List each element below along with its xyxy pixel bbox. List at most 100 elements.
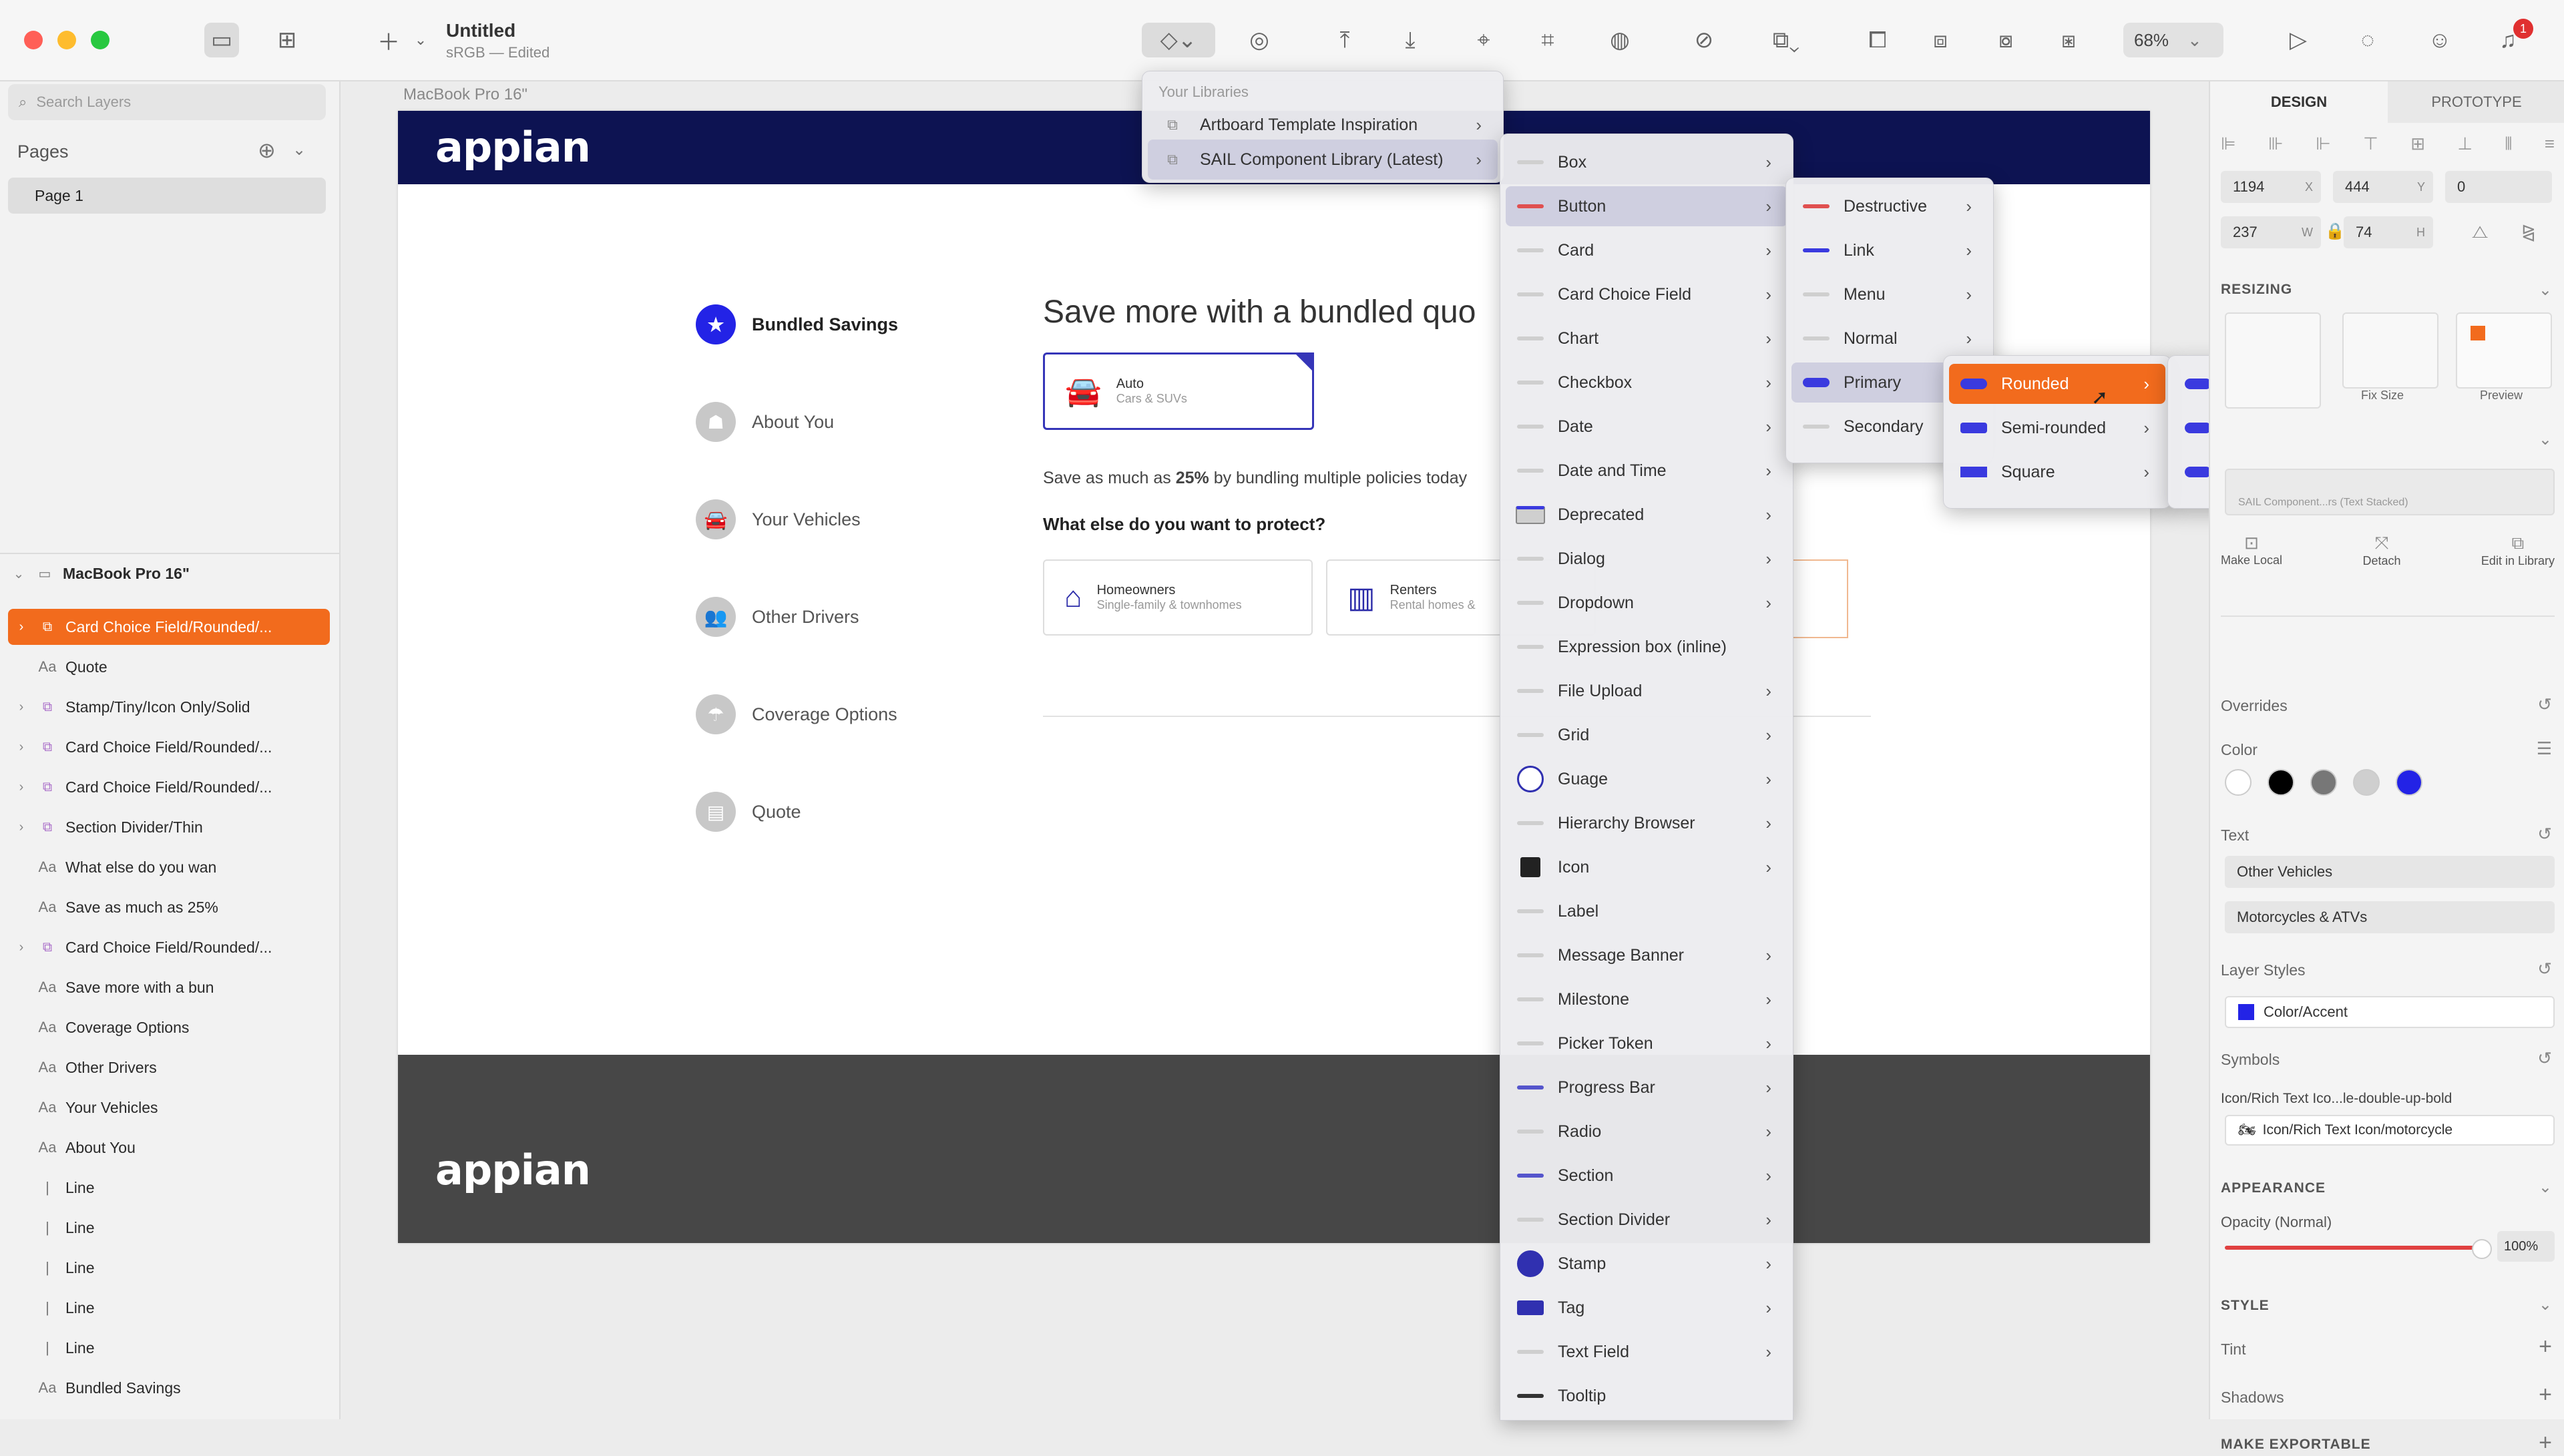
add-shadow-icon[interactable]: +: [2539, 1382, 2552, 1408]
layer-row[interactable]: › ⧉ Section Divider/Thin: [8, 809, 330, 845]
color-list-icon[interactable]: ☰: [2537, 738, 2552, 759]
symbol-source-select[interactable]: SAIL Component...rs (Text Stacked): [2225, 469, 2555, 515]
color-swatch[interactable]: [2310, 769, 2337, 796]
layer-row[interactable]: | Line: [8, 1330, 330, 1366]
align-center-icon[interactable]: ⊪: [2268, 134, 2284, 160]
backward-icon[interactable]: ⤓: [1393, 23, 1428, 57]
component-item[interactable]: Button ›: [1506, 186, 1787, 226]
width-field[interactable]: 237 W: [2221, 216, 2321, 248]
intersect-icon[interactable]: ⧇: [1988, 23, 2023, 57]
distribute-v-icon[interactable]: ≡: [2545, 134, 2555, 160]
reset-symbols-icon[interactable]: ↺: [2537, 1048, 2552, 1069]
component-item[interactable]: Dropdown ›: [1506, 583, 1787, 623]
tab-prototype[interactable]: PROTOTYPE: [2388, 81, 2564, 123]
button-type-item[interactable]: Normal ›: [1791, 318, 1988, 358]
component-item[interactable]: Stamp ›: [1506, 1244, 1787, 1284]
subtract-icon[interactable]: ⧈: [1923, 23, 1958, 57]
chevron-right-icon[interactable]: ›: [8, 700, 35, 715]
component-item[interactable]: Date ›: [1506, 407, 1787, 447]
component-item[interactable]: Section Divider ›: [1506, 1200, 1787, 1240]
layer-style-select[interactable]: Color/Accent: [2225, 996, 2555, 1028]
component-item[interactable]: Section ›: [1506, 1156, 1787, 1196]
maximize-window-button[interactable]: [91, 31, 110, 49]
resizing-constraints-widget[interactable]: [2225, 312, 2321, 409]
make-local-button[interactable]: ⊡ Make Local: [2221, 533, 2282, 568]
component-item[interactable]: Guage ›: [1506, 759, 1787, 799]
close-window-button[interactable]: [24, 31, 43, 49]
component-item[interactable]: Chart ›: [1506, 318, 1787, 358]
symbol-chevron-icon[interactable]: ⌄: [2539, 430, 2552, 449]
layer-row[interactable]: › ⧉ Card Choice Field/Rounded/...: [8, 929, 330, 965]
component-item[interactable]: Radio ›: [1506, 1112, 1787, 1152]
minimize-window-button[interactable]: [57, 31, 76, 49]
primary-shape-item[interactable]: Square ›: [1949, 452, 2165, 492]
button-type-item[interactable]: Destructive ›: [1791, 186, 1988, 226]
layer-row[interactable]: | Line: [8, 1290, 330, 1326]
tab-design[interactable]: DESIGN: [2210, 81, 2388, 123]
progress-step[interactable]: ☗ About You: [696, 402, 834, 442]
symbol-override-1[interactable]: Icon/Rich Text Ico...le-double-up-bold: [2221, 1091, 2452, 1107]
button-type-item[interactable]: Menu ›: [1791, 274, 1988, 314]
component-item[interactable]: Milestone ›: [1506, 979, 1787, 1019]
appearance-chevron-icon[interactable]: ⌄: [2539, 1178, 2552, 1197]
align-left-icon[interactable]: ⊫: [2221, 134, 2236, 160]
chevron-right-icon[interactable]: ›: [8, 940, 35, 955]
opacity-field[interactable]: 100%: [2497, 1231, 2555, 1262]
progress-step[interactable]: 🚘 Your Vehicles: [696, 499, 861, 539]
edit-in-library-button[interactable]: ⧉ Edit in Library: [2481, 533, 2555, 568]
layer-row[interactable]: › ⧉ Card Choice Field/Rounded/...: [8, 769, 330, 805]
flip-horizontal-icon[interactable]: ⧍: [2472, 222, 2488, 243]
chevron-down-icon[interactable]: ⌄: [5, 565, 32, 582]
lock-ratio-icon[interactable]: 🔒: [2325, 222, 2345, 241]
comment-icon[interactable]: ◌: [2350, 23, 2385, 57]
chevron-right-icon[interactable]: ›: [8, 620, 35, 635]
component-item[interactable]: Picker Token ›: [1506, 1023, 1787, 1063]
primary-shape-item[interactable]: Rounded ›: [1949, 364, 2165, 404]
layer-row[interactable]: | Line: [8, 1170, 330, 1206]
detach-button[interactable]: ⤧ Detach: [2362, 533, 2400, 568]
layer-row[interactable]: Aa Your Vehicles: [8, 1089, 330, 1126]
reset-text-icon[interactable]: ↺: [2537, 824, 2552, 844]
transform-icon[interactable]: ⧉⌄: [1756, 23, 1816, 57]
scale-icon[interactable]: ⌖: [1466, 23, 1501, 57]
primary-shape-item[interactable]: Semi-rounded ›: [1949, 408, 2165, 448]
component-item[interactable]: Tooltip: [1506, 1376, 1787, 1416]
align-right-icon[interactable]: ⊩: [2316, 134, 2331, 160]
layer-row[interactable]: Aa Save more with a bun: [8, 969, 330, 1005]
component-item[interactable]: File Upload ›: [1506, 671, 1787, 711]
x-field[interactable]: 1194 X: [2221, 171, 2321, 203]
progress-step[interactable]: ▤ Quote: [696, 792, 801, 832]
layers-view-icon[interactable]: ▭: [204, 23, 239, 57]
add-page-icon[interactable]: ⊕: [258, 138, 276, 163]
artboard-layer-row[interactable]: ⌄ ▭ MacBook Pro 16": [5, 555, 327, 591]
y-field[interactable]: 444 Y: [2333, 171, 2433, 203]
component-item[interactable]: Tag ›: [1506, 1288, 1787, 1328]
symbol-override-select-2[interactable]: 🏍 Icon/Rich Text Icon/motorcycle: [2225, 1115, 2555, 1146]
component-item[interactable]: Card ›: [1506, 230, 1787, 270]
text-override-field-1[interactable]: Other Vehicles: [2225, 856, 2555, 888]
insert-chevron-down-icon[interactable]: ⌄: [403, 23, 438, 57]
progress-step[interactable]: ★ Bundled Savings: [696, 304, 898, 344]
progress-step[interactable]: 👥 Other Drivers: [696, 597, 859, 637]
component-item[interactable]: Progress Bar ›: [1506, 1067, 1787, 1108]
add-tint-icon[interactable]: +: [2539, 1334, 2552, 1360]
rotation-field[interactable]: 0: [2445, 171, 2552, 203]
flip-vertical-icon[interactable]: ⧎: [2521, 222, 2536, 242]
component-item[interactable]: Deprecated ›: [1506, 495, 1787, 535]
opacity-slider[interactable]: [2225, 1246, 2481, 1250]
components-view-icon[interactable]: ⊞: [270, 23, 304, 57]
component-item[interactable]: Label: [1506, 891, 1787, 931]
color-swatch[interactable]: [2353, 769, 2380, 796]
play-preview-icon[interactable]: ▷: [2281, 23, 2316, 57]
component-item[interactable]: Expression box (inline): [1506, 627, 1787, 667]
color-swatch[interactable]: [2396, 769, 2422, 796]
style-chevron-icon[interactable]: ⌄: [2539, 1295, 2552, 1314]
component-item[interactable]: Icon ›: [1506, 847, 1787, 887]
difference-icon[interactable]: ⧆: [2051, 23, 2086, 57]
edit-icon[interactable]: ⊘: [1687, 23, 1721, 57]
cloud-user-icon[interactable]: ☺: [2422, 23, 2457, 57]
chevron-right-icon[interactable]: ›: [8, 820, 35, 835]
page-item[interactable]: Page 1: [8, 178, 326, 214]
reset-layer-styles-icon[interactable]: ↺: [2537, 959, 2552, 979]
library-item-sail-component[interactable]: ⧉ SAIL Component Library (Latest) ›: [1148, 140, 1498, 180]
